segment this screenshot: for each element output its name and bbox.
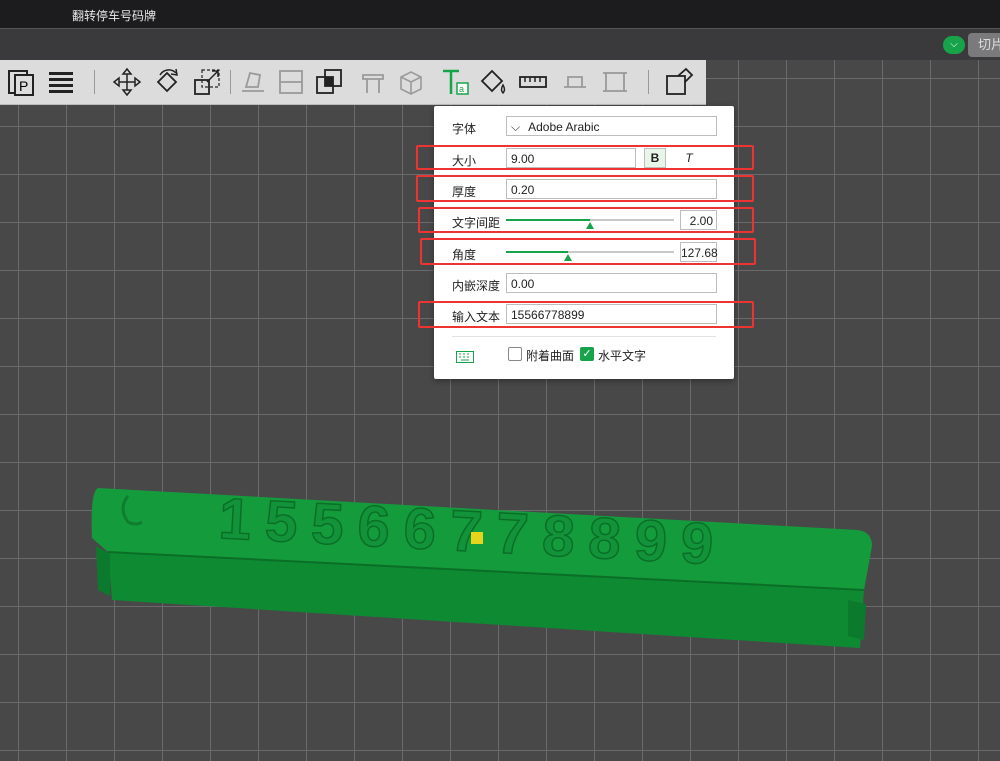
support-icon[interactable] [356,66,390,98]
keyboard-icon[interactable] [456,351,474,363]
window-title: 翻转停车号码牌 [72,9,157,23]
rotate-icon[interactable] [150,66,184,98]
paint-icon[interactable] [476,66,510,98]
font-label: 字体 [452,122,477,136]
horizontal-text-label: 水平文字 [598,349,647,363]
chevron-down-icon[interactable]: ⌵ [943,36,965,54]
layers-icon[interactable] [44,66,78,98]
attach-surface-checkbox[interactable] [508,347,522,361]
cursor-marker [471,532,483,544]
boolean-icon[interactable] [312,66,346,98]
menu-bar: ⌵ 切片 [0,28,1000,61]
slice-button[interactable]: 切片 [968,33,1000,57]
chevron-down-icon: ⌵ [511,120,521,134]
highlight-box [418,207,754,233]
face-select-icon[interactable] [598,66,632,98]
toolbar: P a [0,60,706,105]
attach-surface-label: 附着曲面 [526,349,575,363]
horizontal-text-checkbox[interactable]: ✓ [580,347,594,361]
copy-page-icon[interactable]: P [4,66,38,98]
arrange-icon[interactable] [662,66,696,98]
text-tool-icon[interactable]: a [438,66,472,98]
highlight-box [416,175,754,202]
embed-depth-label: 内嵌深度 [452,279,501,293]
scale-icon[interactable] [190,66,224,98]
move-icon[interactable] [110,66,144,98]
title-bar: 翻转停车号码牌 [0,0,1000,28]
embed-depth-input[interactable]: 0.00 [506,273,717,293]
highlight-box [420,238,756,265]
highlight-box [416,145,754,170]
highlight-box [418,301,754,328]
cube-icon[interactable] [394,66,428,98]
svg-text:a: a [459,84,464,94]
parking-plate-model[interactable]: 15566778899 [88,480,888,650]
font-select[interactable]: ⌵ Adobe Arabic [506,116,717,136]
split-icon[interactable] [274,66,308,98]
svg-text:P: P [19,78,28,94]
lay-flat-icon[interactable] [236,66,270,98]
cut-icon[interactable] [558,66,592,98]
measure-icon[interactable] [516,66,550,98]
